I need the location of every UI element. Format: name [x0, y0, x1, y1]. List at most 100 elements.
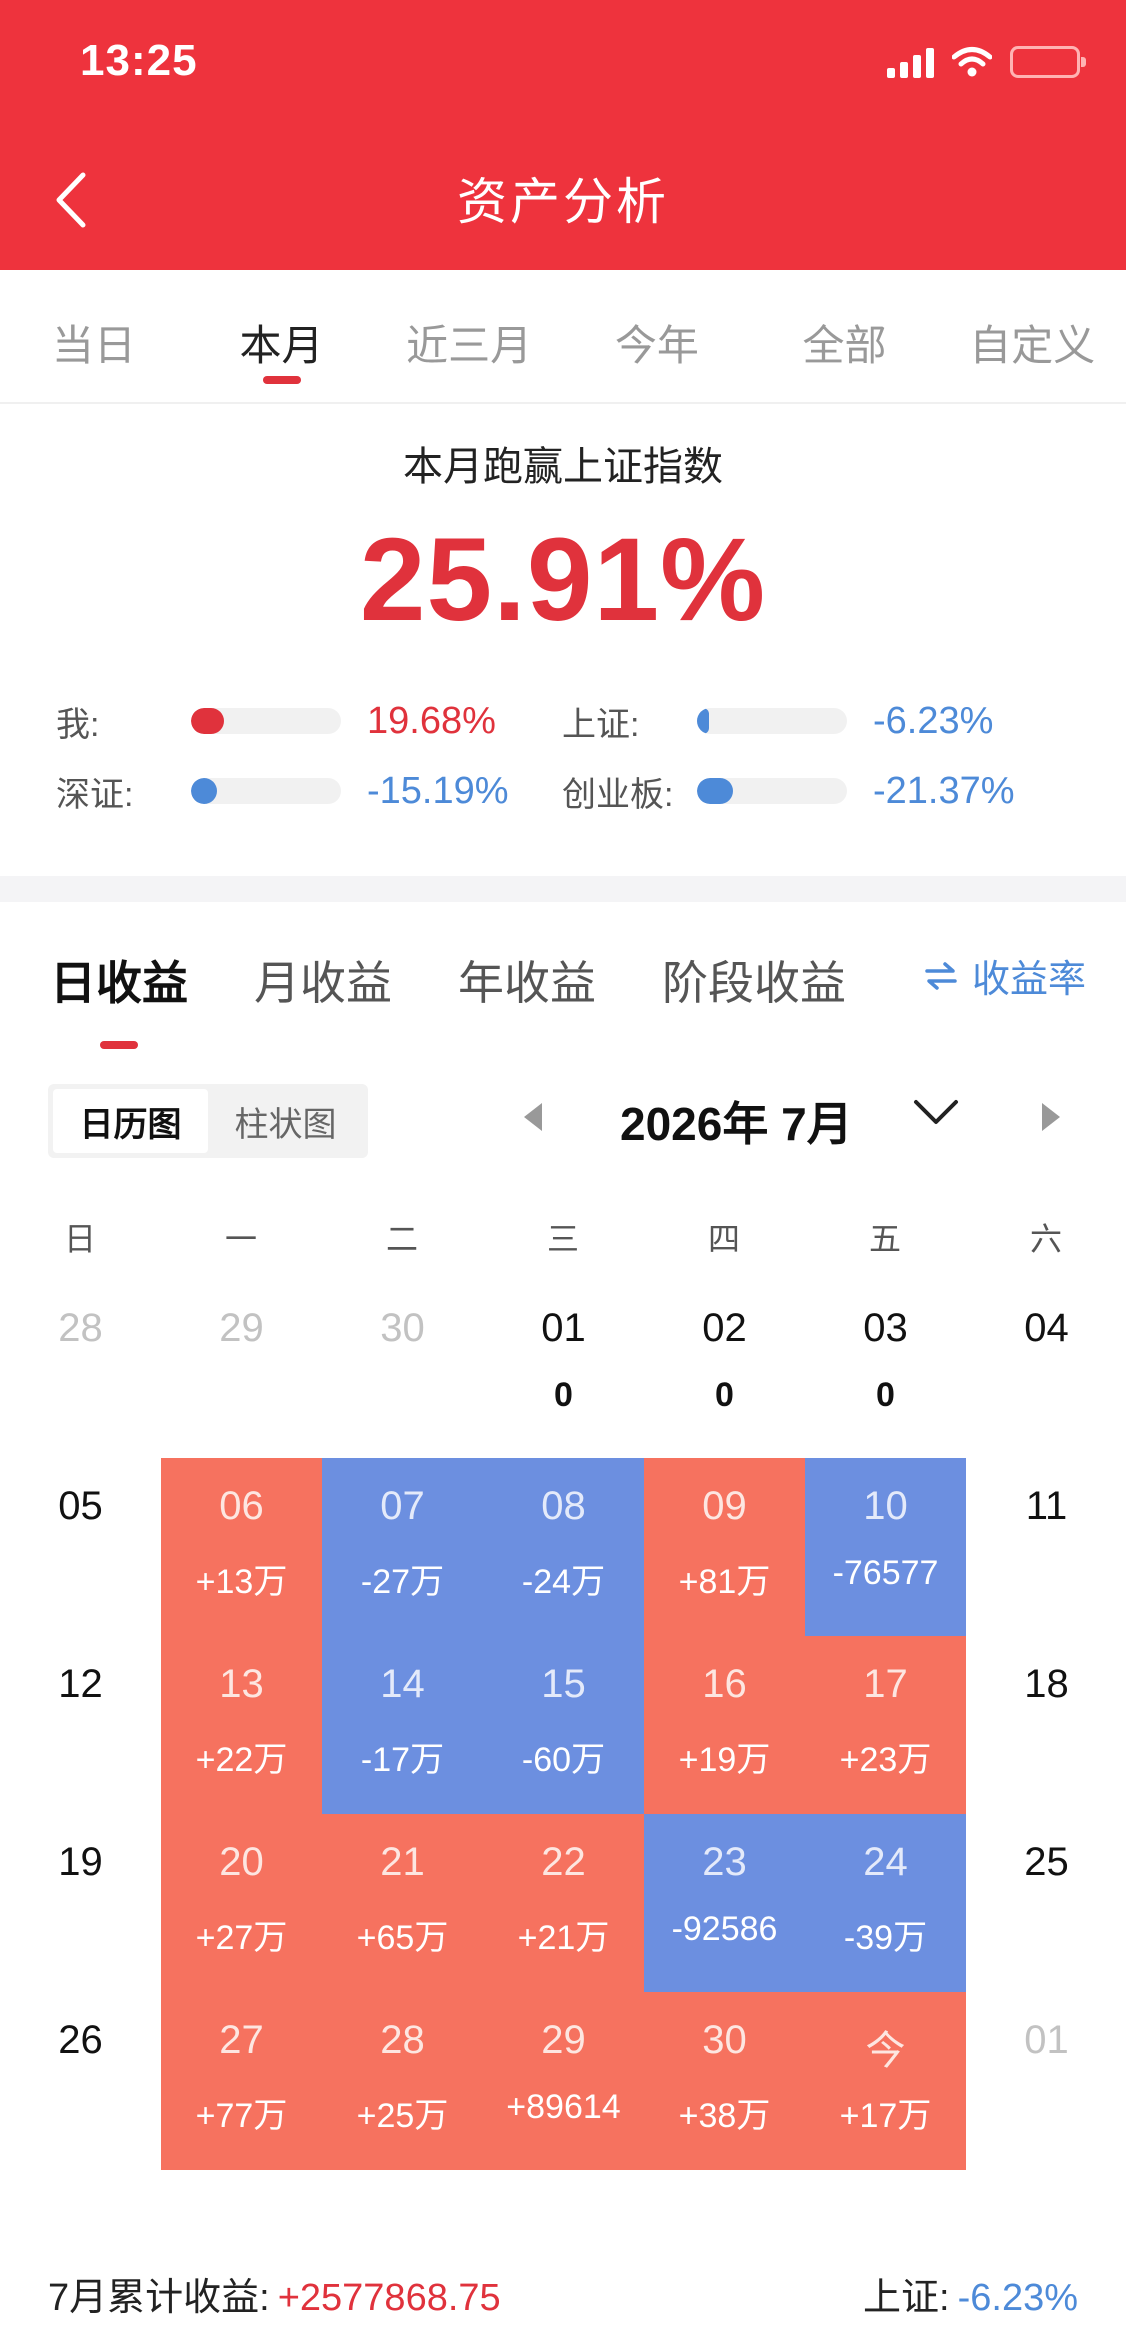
prev-month-button[interactable]: [520, 1100, 546, 1134]
calendar-day-income: +77万: [195, 2097, 288, 2135]
month-summary-footer: 7月累计收益: +2577868.75 上证: -6.23%: [48, 2266, 1078, 2320]
calendar-day-number: 16: [702, 1662, 747, 1706]
calendar-day[interactable]: 04: [966, 1280, 1126, 1458]
calendar-day[interactable]: 24 -39万: [805, 1814, 966, 1992]
summary-value: 25.91%: [359, 514, 767, 646]
tab-all[interactable]: 全部: [751, 270, 939, 402]
tab-yearly-income[interactable]: 年收益: [458, 947, 596, 1013]
tab-this-year[interactable]: 今年: [563, 270, 751, 402]
compare-row: 我: 19.68% 上证: -6.23%: [56, 696, 1076, 746]
calendar-day[interactable]: 28: [0, 1280, 161, 1458]
tab-daily-income[interactable]: 日收益: [50, 947, 188, 1049]
shanghai-index: 上证: -6.23%: [863, 2266, 1078, 2321]
calendar-day[interactable]: 30: [322, 1280, 483, 1458]
calendar-day[interactable]: 10 -76577: [805, 1458, 966, 1636]
compare-value: -6.23%: [873, 699, 994, 742]
cumulative-income-value: +2577868.75: [277, 2277, 501, 2319]
calendar-day[interactable]: 19: [0, 1814, 161, 1992]
compare-bar-fill: [697, 708, 709, 734]
calendar-day[interactable]: 01 0: [483, 1280, 644, 1458]
calendar-day[interactable]: 今 +17万: [805, 1992, 966, 2170]
calendar-day[interactable]: 27 +77万: [161, 1992, 322, 2170]
calendar-day-number: 15: [541, 1662, 586, 1706]
next-month-button[interactable]: [1038, 1100, 1064, 1134]
calendar-day[interactable]: 14 -17万: [322, 1636, 483, 1814]
calendar-day[interactable]: 16 +19万: [644, 1636, 805, 1814]
tab-monthly-income[interactable]: 月收益: [254, 947, 392, 1013]
calendar-day[interactable]: 22 +21万: [483, 1814, 644, 1992]
tab-today[interactable]: 当日: [0, 270, 188, 402]
compare-row: 深证: -15.19% 创业板: -21.37%: [56, 766, 1076, 816]
calendar-day[interactable]: 08 -24万: [483, 1458, 644, 1636]
compare-bar-fill: [191, 708, 224, 734]
compare-shenzhen: 深证: -15.19%: [56, 766, 509, 816]
calendar-day[interactable]: 30 +38万: [644, 1992, 805, 2170]
calendar-day-number: 26: [58, 2018, 103, 2062]
tab-last-three-months[interactable]: 近三月: [375, 270, 563, 402]
period-tabs: 当日 本月 近三月 今年 全部 自定义: [0, 270, 1126, 404]
shanghai-index-label: 上证:: [863, 2277, 950, 2319]
cumulative-income: 7月累计收益: +2577868.75: [48, 2266, 501, 2321]
calendar-day[interactable]: 17 +23万: [805, 1636, 966, 1814]
calendar-day-income: 0: [876, 1376, 895, 1414]
calendar-day-number: 28: [380, 2018, 425, 2062]
section-divider: [0, 876, 1126, 902]
calendar-day-income: -76577: [832, 1554, 939, 1592]
calendar-day-number: 11: [1025, 1484, 1068, 1528]
calendar-day-income: +23万: [839, 1741, 932, 1779]
calendar-day-income: -60万: [521, 1741, 606, 1779]
calendar-view-button[interactable]: 日历图: [53, 1089, 208, 1153]
calendar-day[interactable]: 03 0: [805, 1280, 966, 1458]
calendar-day-income: +19万: [678, 1741, 771, 1779]
calendar-day-number: 02: [702, 1306, 747, 1350]
tab-stage-income[interactable]: 阶段收益: [662, 947, 846, 1013]
calendar-day[interactable]: 09 +81万: [644, 1458, 805, 1636]
compare-value: 19.68%: [367, 699, 496, 742]
weekday-label: 二: [385, 1221, 418, 1257]
calendar-day[interactable]: 05: [0, 1458, 161, 1636]
tab-this-month[interactable]: 本月: [188, 270, 376, 402]
calendar-day[interactable]: 21 +65万: [322, 1814, 483, 1992]
calendar-day[interactable]: 01: [966, 1992, 1126, 2170]
calendar-day-number: 19: [58, 1840, 103, 1884]
weekday-label: 一: [224, 1221, 257, 1257]
calendar-day[interactable]: 07 -27万: [322, 1458, 483, 1636]
calendar-day-income: +65万: [356, 1919, 449, 1957]
month-label[interactable]: 2026年 7月: [620, 1088, 853, 1154]
calendar-day[interactable]: 29: [161, 1280, 322, 1458]
calendar-day-number: 06: [219, 1484, 264, 1528]
calendar-day-number: 03: [863, 1306, 908, 1350]
weekday-header: 日一二三四五六: [0, 1190, 1126, 1280]
calendar-day-number: 12: [58, 1662, 103, 1706]
calendar-day[interactable]: 26: [0, 1992, 161, 2170]
calendar-day-income: +38万: [678, 2097, 771, 2135]
calendar-day-number: 今: [865, 2029, 906, 2073]
calendar-day[interactable]: 02 0: [644, 1280, 805, 1458]
shanghai-index-value: -6.23%: [957, 2277, 1078, 2319]
calendar-day[interactable]: 13 +22万: [161, 1636, 322, 1814]
compare-label: 深证:: [56, 775, 134, 814]
weekday-label: 六: [1029, 1221, 1062, 1257]
calendar-day[interactable]: 12: [0, 1636, 161, 1814]
rate-toggle-button[interactable]: 收益率: [924, 948, 1086, 1003]
compare-value: -21.37%: [873, 769, 1015, 812]
calendar-day-income: +27万: [195, 1919, 288, 1957]
chevron-down-icon[interactable]: [912, 1096, 960, 1128]
calendar-day-income: +21万: [517, 1919, 610, 1957]
cumulative-income-label: 7月累计收益:: [48, 2277, 270, 2319]
calendar-day[interactable]: 20 +27万: [161, 1814, 322, 1992]
calendar-day[interactable]: 28 +25万: [322, 1992, 483, 2170]
calendar-day[interactable]: 06 +13万: [161, 1458, 322, 1636]
app-header: 13:25 资产分析: [0, 0, 1126, 270]
bar-view-button[interactable]: 柱状图: [208, 1089, 363, 1153]
calendar-day[interactable]: 29 +89614: [483, 1992, 644, 2170]
calendar-day[interactable]: 23 -92586: [644, 1814, 805, 1992]
calendar-day[interactable]: 18: [966, 1636, 1126, 1814]
calendar-day[interactable]: 15 -60万: [483, 1636, 644, 1814]
calendar-day[interactable]: 25: [966, 1814, 1126, 1992]
status-icons: [887, 42, 1086, 82]
calendar-day-number: 27: [219, 2018, 264, 2062]
tab-custom[interactable]: 自定义: [938, 270, 1126, 402]
calendar-day[interactable]: 11: [966, 1458, 1126, 1636]
weekday-label: 三: [546, 1221, 579, 1257]
